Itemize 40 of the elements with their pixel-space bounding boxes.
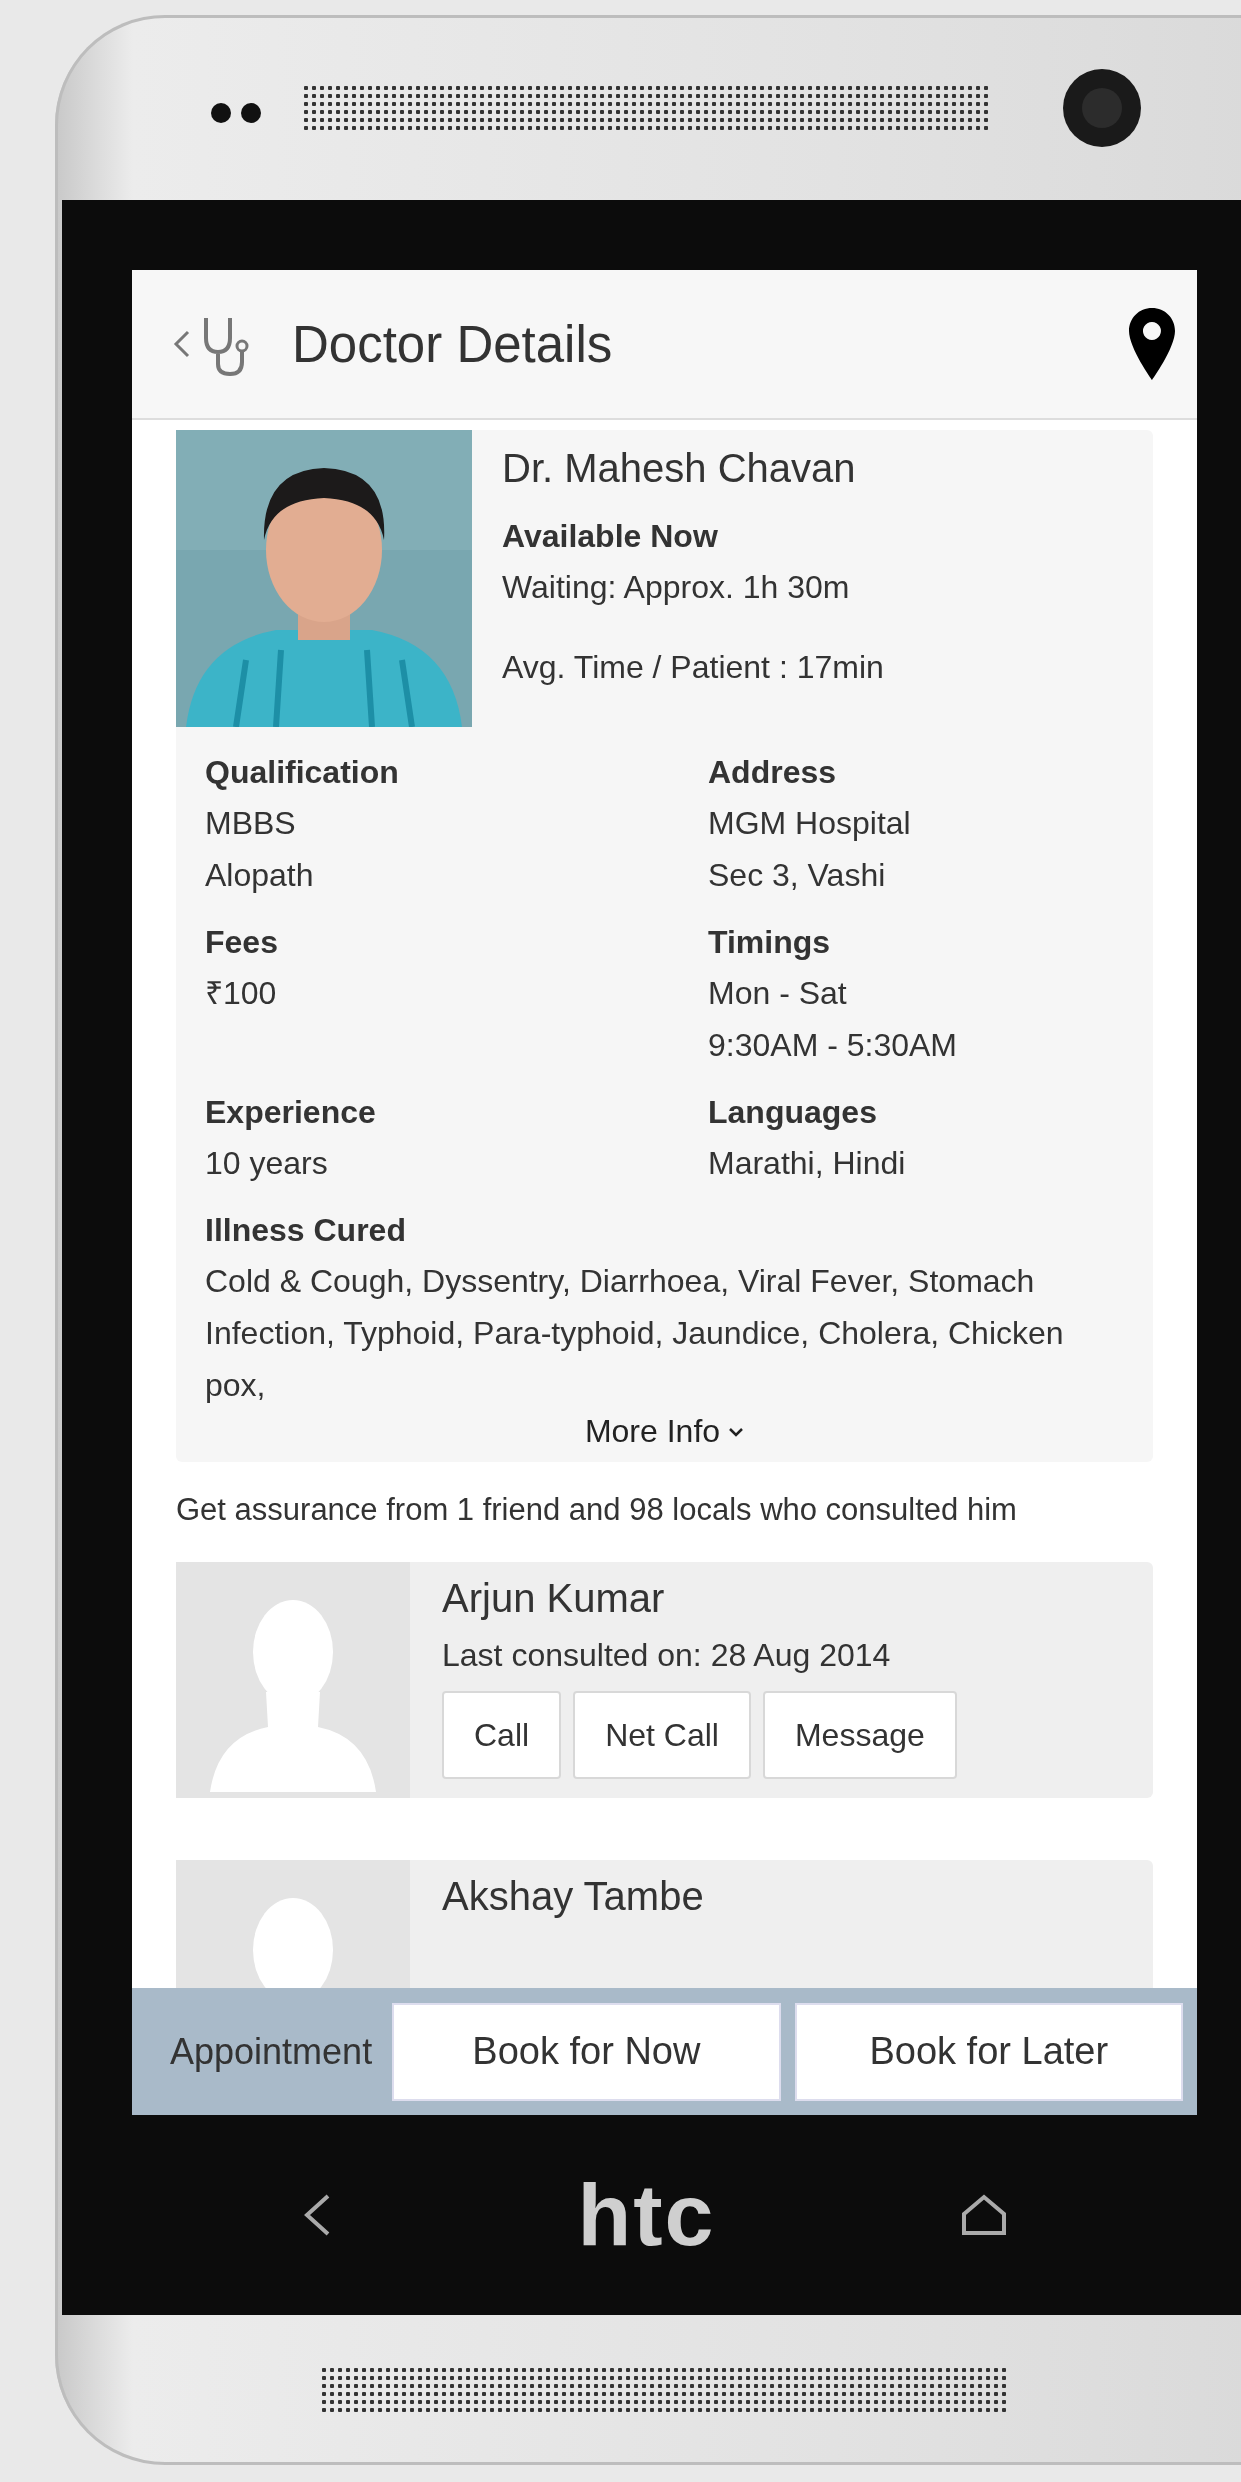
detail-label: Illness Cured: [205, 1211, 407, 1250]
more-info-link[interactable]: More Info: [576, 1411, 753, 1452]
contact-button[interactable]: Call: [442, 1691, 562, 1779]
consultant-name: Akshay Tambe: [442, 1874, 704, 1919]
detail-value: 10 years: [205, 1144, 329, 1183]
detail-label: Address: [708, 753, 838, 792]
back-icon[interactable]: [302, 2193, 332, 2237]
detail-value: Mon - Sat: [708, 974, 848, 1013]
detail-label: Qualification: [205, 753, 400, 792]
camera-icon: [1062, 67, 1142, 148]
chevron-down-icon: [728, 1426, 745, 1437]
detail-value: ₹100: [205, 974, 278, 1013]
detail-value: Marathi, Hindi: [708, 1144, 907, 1183]
appointment-label: Appointment: [170, 2030, 373, 2073]
location-pin-icon[interactable]: [1129, 308, 1175, 380]
sensor-icon: [210, 101, 262, 124]
home-icon[interactable]: [961, 2194, 1007, 2236]
detail-label: Fees: [205, 923, 279, 962]
consultant-name: Arjun Kumar: [442, 1576, 666, 1621]
illness-list: Cold & Cough, Dyssentry, Diarrhoea, Viral Fever, Stomach Infection, Typhoid, Para-typhoid, Jaundice, Cholera, Chicken pox,: [205, 1255, 1083, 1411]
average-time: Avg. Time / Patient : 17min: [502, 648, 884, 687]
detail-value: Sec 3, Vashi: [708, 856, 887, 895]
last-consulted-date: Last consulted on: 28 Aug 2014: [442, 1636, 892, 1675]
waiting-time: Waiting: Approx. 1h 30m: [502, 568, 851, 607]
brand-logo: htc: [577, 2164, 716, 2266]
contact-button[interactable]: Message: [762, 1691, 957, 1779]
detail-label: Languages: [708, 1093, 878, 1132]
detail-value: 9:30AM - 5:30AM: [708, 1026, 958, 1065]
book-button[interactable]: Book for Later: [794, 2002, 1183, 2101]
detail-value: MGM Hospital: [708, 804, 912, 843]
detail-value: MBBS: [205, 804, 297, 843]
screen-title: Doctor Details: [292, 314, 614, 374]
detail-label: Experience: [205, 1093, 377, 1132]
detail-label: Timings: [708, 923, 832, 962]
detail-value: Alopath: [205, 856, 315, 895]
assurance-text: Get assurance from 1 friend and 98 locals who consulted him: [176, 1492, 1018, 1528]
availability-status: Available Now: [502, 517, 719, 556]
book-button[interactable]: Book for Now: [392, 2002, 781, 2101]
doctor-name: Dr. Mahesh Chavan: [502, 446, 857, 491]
contact-button[interactable]: Net Call: [573, 1691, 751, 1779]
